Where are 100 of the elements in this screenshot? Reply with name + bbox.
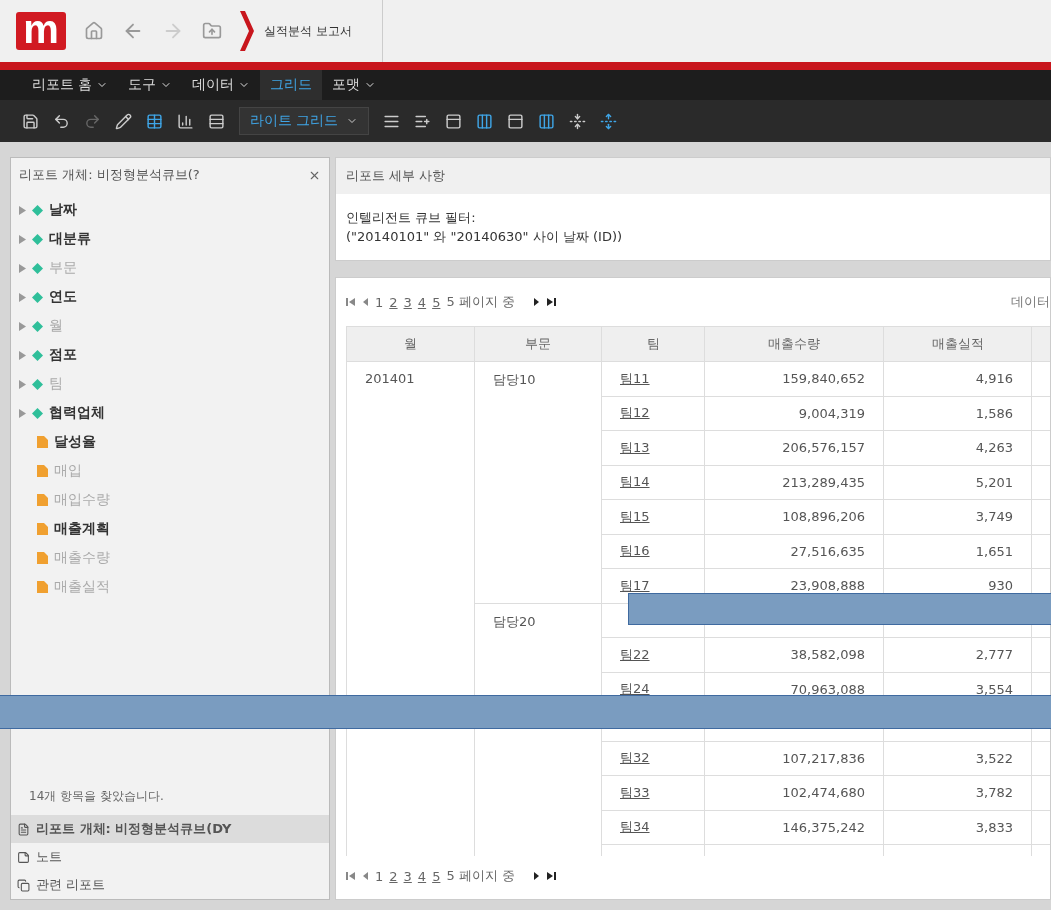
menu-tab[interactable]: 도구 [118,70,183,100]
table-cell: 1,651 [975,543,1013,559]
page-link[interactable]: 3 [403,294,412,310]
pencil-icon[interactable] [115,112,132,130]
page-link[interactable]: 4 [417,294,427,310]
table-cell: 159,840,652 [782,371,865,387]
team-link[interactable]: 팀12 [620,405,650,421]
panel-icon[interactable] [445,112,463,130]
save-icon[interactable] [22,112,39,130]
tree-item[interactable]: 연도 [19,283,321,311]
table-cell: 9,004,319 [798,405,865,421]
expand-icon[interactable] [19,263,26,273]
team-link[interactable]: 팀34 [620,819,650,835]
column-icon[interactable] [476,112,494,130]
page-link[interactable]: 4 [417,868,427,884]
next-page-icon[interactable] [532,297,540,307]
expand-icon[interactable] [19,408,26,418]
next-page-icon[interactable] [532,871,540,881]
page-link[interactable]: 2 [389,294,398,310]
expand-icon[interactable] [19,292,26,302]
team-link[interactable]: 팀14 [620,474,650,490]
column-icon[interactable] [538,112,556,130]
team-link[interactable]: 팀17 [620,577,650,593]
table-cell: 107,217,836 [782,750,865,766]
team-link[interactable]: 팀11 [620,370,650,386]
expand-icon[interactable] [19,205,26,215]
tree-item[interactable]: 달성율 [19,428,321,456]
filter-label: 인텔리전트 큐브 필터: [346,209,477,227]
menu-tab[interactable]: 포맷 [322,70,387,100]
team-link[interactable]: 팀13 [620,439,650,455]
expand-icon[interactable] [19,350,26,360]
table-cell: 3,749 [975,509,1013,525]
last-page-icon[interactable] [545,871,556,881]
grid-icon[interactable] [146,112,163,130]
panel-icon[interactable] [507,112,525,130]
page-link[interactable]: 5 [432,868,441,884]
grid-style-dropdown[interactable]: 라이트 그리드 [239,107,370,135]
diamond-icon [32,349,43,361]
table-cell: 3,833 [975,819,1013,835]
table-cell: 27,516,635 [790,543,865,559]
undo-icon[interactable] [53,112,70,130]
app-logo[interactable]: m [16,12,66,50]
table-cell: 1,586 [975,405,1013,421]
tree-item[interactable]: 점포 [19,341,321,369]
metric-icon [37,523,48,535]
column-header[interactable]: 매출수량 [704,326,884,362]
page-link[interactable]: 5 [432,294,441,310]
column-header[interactable]: 부문 [474,326,602,362]
first-page-icon[interactable] [346,871,356,881]
previous-page-icon[interactable] [362,871,369,881]
diamond-icon [32,262,43,274]
panel-section[interactable]: 노트 [11,843,329,871]
breadcrumb-item[interactable]: 실적분석 보고서 [264,22,352,40]
page-count: 5 페이지 중 [446,293,515,311]
table-cell: 146,375,242 [782,819,865,835]
column-header[interactable]: 매출실적 [883,326,1032,362]
menu-tab[interactable]: 데이터 [182,70,261,100]
column-header[interactable]: 팀 [601,326,705,362]
expand-icon[interactable] [19,379,26,389]
team-link[interactable]: 팀24 [620,681,650,697]
page-count: 5 페이지 중 [446,867,515,885]
metric-icon [37,465,48,477]
diamond-icon [32,233,43,245]
panel-section[interactable]: 리포트 개체: 비정형분석큐브(DY [11,815,329,843]
chart-icon[interactable] [177,112,194,130]
menu-tab[interactable]: 리포트 홈 [22,70,119,100]
table-cell: 2,777 [975,647,1013,663]
diamond-icon [32,204,43,216]
split-icon[interactable] [208,112,225,130]
panel-section[interactable]: 관련 리포트 [11,871,329,899]
team-link[interactable]: 팀16 [620,543,650,559]
column-header[interactable]: 월 [346,326,475,362]
team-link[interactable]: 팀22 [620,646,650,662]
table-cell: 담당20 [493,613,536,629]
tree-item[interactable]: 대분류 [19,225,321,253]
team-link[interactable]: 팀33 [620,784,650,800]
table-cell: 4,916 [975,371,1013,387]
previous-page-icon[interactable] [362,297,369,307]
menu-tab[interactable]: 그리드 [260,70,323,100]
team-link[interactable]: 팀15 [620,508,650,524]
page-link[interactable]: 1 [375,868,384,884]
last-page-icon[interactable] [545,297,556,307]
table-cell: 23,908,888 [790,578,865,594]
tree-item[interactable]: 날짜 [19,196,321,224]
page-link[interactable]: 2 [389,868,398,884]
table-cell: 108,896,206 [782,509,865,525]
expand-icon[interactable] [19,321,26,331]
page-link[interactable]: 1 [375,294,384,310]
table-cell: 담당10 [493,372,536,387]
team-link[interactable]: 팀32 [620,750,650,766]
section-title: 리포트 세부 사항 [336,158,1050,194]
tree-item[interactable]: 매출계획 [19,515,321,543]
merge-icon[interactable] [569,112,587,130]
first-page-icon[interactable] [346,297,356,307]
page-link[interactable]: 3 [403,868,412,884]
tree-item[interactable]: 협력업체 [19,399,321,427]
metric-icon [37,581,48,593]
merge-icon[interactable] [600,112,618,130]
table-cell: 3,522 [975,750,1013,766]
expand-icon[interactable] [19,234,26,244]
